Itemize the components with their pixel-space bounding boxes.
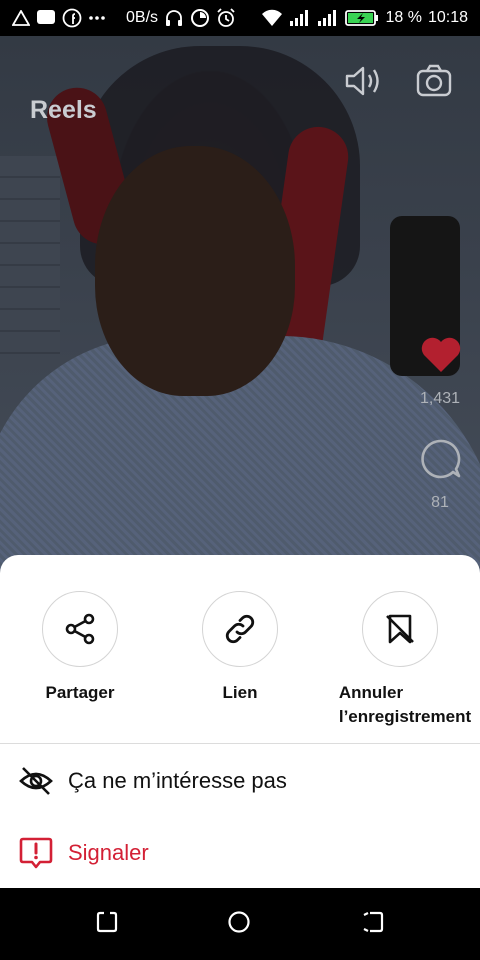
clock: 10:18: [427, 9, 468, 26]
back-icon[interactable]: [361, 910, 385, 939]
options-sheet: Partager Lien Annuler l’enregistrement Ç…: [0, 555, 480, 888]
page-title: Reels: [30, 96, 97, 124]
share-label: Partager: [45, 683, 115, 702]
link-label: Lien: [222, 683, 258, 702]
divider: [0, 743, 480, 744]
facebook-icon: [62, 8, 82, 28]
unsave-button[interactable]: [362, 591, 438, 667]
comment-icon[interactable]: [420, 438, 462, 485]
reel-video[interactable]: Reels 1,431 81: [0, 36, 480, 596]
status-bar: 0B/s 18 % 10:18: [0, 0, 480, 36]
home-icon[interactable]: [227, 910, 251, 939]
report-option[interactable]: Signaler: [0, 825, 480, 881]
background-wall: [0, 156, 60, 356]
link-button[interactable]: [202, 591, 278, 667]
not-interested-option[interactable]: Ça ne m’intéresse pas: [0, 753, 480, 809]
report-icon: [19, 837, 53, 869]
unsave-label-line1: Annuler: [338, 683, 404, 702]
navigation-bar: [0, 888, 480, 960]
more-dots-icon: [88, 15, 106, 21]
heart-icon[interactable]: [420, 336, 462, 379]
unsave-icon: [386, 614, 414, 644]
share-button[interactable]: [42, 591, 118, 667]
signal-icon-2: [317, 9, 339, 27]
unsave-label-line2: l’enregistrement: [338, 707, 472, 726]
headset-icon: [164, 9, 184, 27]
unsave-action[interactable]: Annuler l’enregistrement: [320, 591, 480, 729]
report-label: Signaler: [68, 840, 149, 865]
quick-actions: Partager Lien Annuler l’enregistrement: [0, 591, 480, 741]
share-action[interactable]: Partager: [0, 591, 160, 705]
data-saver-icon: [190, 8, 210, 28]
network-speed: 0B/s: [126, 9, 159, 26]
signal-icon: [289, 9, 311, 27]
link-action[interactable]: Lien: [160, 591, 320, 705]
person-head: [95, 146, 295, 396]
comment-count: 81: [431, 494, 449, 511]
alarm-icon: [216, 8, 236, 28]
not-interested-label: Ça ne m’intéresse pas: [68, 768, 287, 793]
warning-icon: [12, 10, 30, 26]
recent-apps-icon[interactable]: [95, 910, 119, 939]
like-count: 1,431: [419, 390, 461, 407]
camera-icon[interactable]: [416, 63, 452, 102]
share-icon: [65, 613, 95, 645]
unsave-label: Annuler l’enregistrement: [329, 681, 471, 729]
eye-off-icon: [19, 767, 53, 795]
volume-icon[interactable]: [344, 64, 382, 103]
wifi-icon: [261, 9, 283, 27]
battery-level: 18 %: [385, 9, 422, 26]
battery-icon: [345, 9, 379, 27]
link-icon: [225, 614, 255, 644]
chat-icon: [36, 9, 56, 27]
